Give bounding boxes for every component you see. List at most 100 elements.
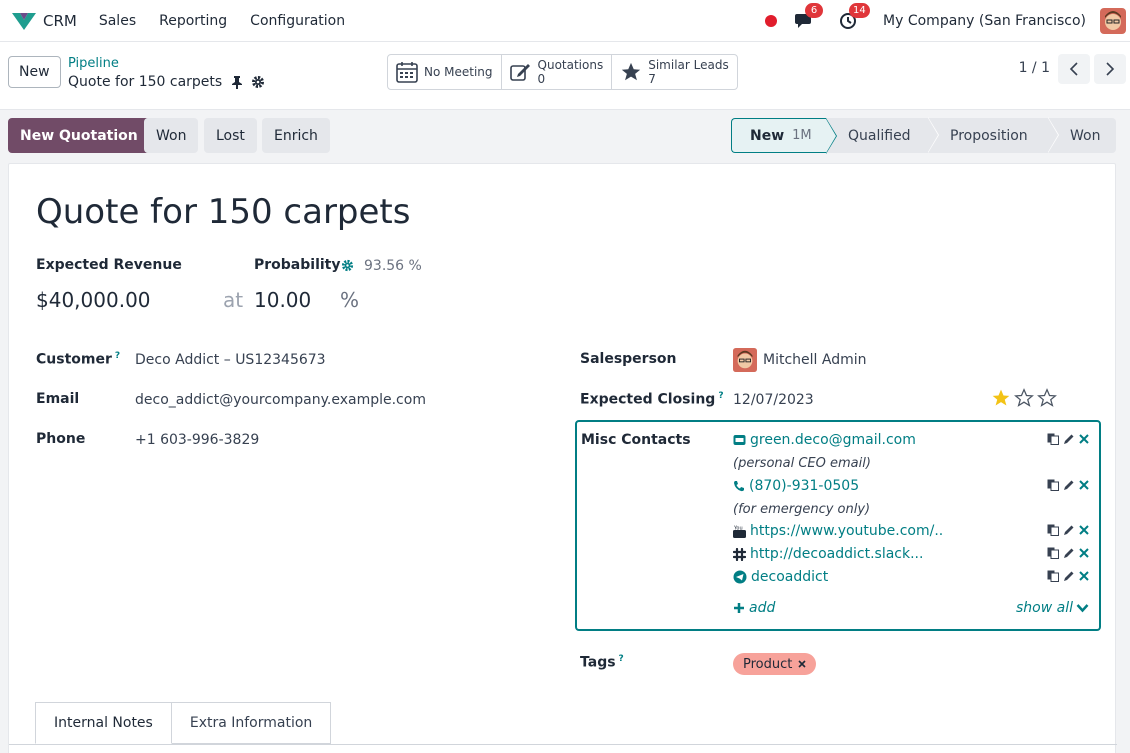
envelope-icon (733, 435, 746, 445)
smart-buttons: No Meeting Quotations 0 Similar Leads 7 (387, 54, 738, 90)
phone-label: Phone (36, 431, 86, 447)
avatar-icon (1100, 8, 1126, 34)
close-icon[interactable] (1079, 548, 1089, 558)
chevron-right-icon (1106, 62, 1115, 76)
automated-probability: 93.56 % (364, 258, 422, 274)
company-switcher[interactable]: My Company (San Francisco) (883, 13, 1086, 29)
crm-logo-icon (12, 12, 36, 30)
similar-leads-label: Similar Leads (648, 58, 729, 72)
gear-icon[interactable] (251, 75, 265, 89)
email-label: Email (36, 391, 80, 407)
tab-internal-notes[interactable]: Internal Notes (35, 702, 172, 744)
star-empty-icon[interactable] (1037, 388, 1057, 408)
pager-value[interactable]: 1 / 1 (1019, 60, 1050, 76)
tag-product[interactable]: Product (733, 653, 817, 675)
misc-contact-telegram[interactable]: decoaddict (733, 569, 828, 585)
pager-previous-button[interactable] (1058, 54, 1090, 84)
email-field[interactable]: deco_addict@yourcompany.example.com (135, 392, 426, 408)
stage-proposition[interactable]: Proposition (928, 117, 1059, 153)
misc-contacts-label: Misc Contacts (581, 432, 691, 448)
quotations-smart-button[interactable]: Quotations 0 (502, 55, 613, 89)
stage-new-label: New (750, 127, 785, 144)
misc-contacts-widget: Misc Contacts green.deco@gmail.com (pers… (575, 420, 1101, 631)
add-misc-contact-button[interactable]: add (733, 600, 775, 616)
svg-text:You: You (733, 525, 743, 531)
lost-button[interactable]: Lost (204, 118, 257, 153)
app-brand[interactable]: CRM (12, 11, 99, 31)
plus-icon (734, 603, 744, 613)
meeting-label: No Meeting (424, 65, 493, 79)
pencil-icon[interactable] (1063, 433, 1075, 445)
chevron-down-icon (1076, 604, 1089, 613)
probability-input[interactable]: 10.00 (254, 288, 311, 312)
close-icon[interactable] (1079, 480, 1089, 490)
notebook-tabs: Internal Notes Extra Information (35, 702, 332, 744)
copy-icon[interactable] (1047, 433, 1059, 445)
misc-contact-slack[interactable]: http://decoaddict.slack... (733, 546, 923, 562)
star-empty-icon[interactable] (1014, 388, 1034, 408)
new-quotation-button[interactable]: New Quotation (8, 118, 150, 153)
misc-contact-youtube[interactable]: You https://www.youtube.com/.. (733, 523, 943, 539)
pager-next-button[interactable] (1094, 54, 1126, 84)
misc-contact-email[interactable]: green.deco@gmail.com (733, 432, 916, 448)
meeting-smart-button[interactable]: No Meeting (388, 55, 502, 89)
phone-field[interactable]: +1 603-996-3829 (135, 432, 259, 448)
expected-closing-field[interactable]: 12/07/2023 (733, 392, 814, 408)
lead-title[interactable]: Quote for 150 carpets (36, 192, 410, 232)
salesperson-label: Salesperson (580, 351, 677, 367)
youtube-icon: You (733, 525, 746, 538)
star-filled-icon[interactable] (991, 388, 1011, 408)
misc-contact-email-actions (1047, 433, 1089, 445)
tag-remove-icon[interactable] (798, 660, 806, 668)
misc-contact-phone[interactable]: (870)-931-0505 (733, 478, 859, 494)
recording-indicator[interactable] (765, 15, 778, 27)
menu-reporting[interactable]: Reporting (159, 13, 227, 29)
menu-configuration[interactable]: Configuration (250, 13, 345, 29)
expected-revenue-input[interactable]: $40,000.00 (36, 288, 151, 312)
priority-stars (991, 388, 1057, 408)
user-avatar[interactable] (1100, 8, 1126, 34)
copy-icon[interactable] (1047, 570, 1059, 582)
close-icon[interactable] (1079, 525, 1089, 535)
salesperson-field[interactable]: Mitchell Admin (763, 352, 867, 368)
star-icon (622, 62, 641, 81)
copy-icon[interactable] (1047, 547, 1059, 559)
copy-icon[interactable] (1047, 524, 1059, 536)
at-label: at (223, 288, 244, 312)
tab-extra-information[interactable]: Extra Information (171, 702, 332, 744)
quotations-count: 0 (537, 72, 546, 86)
app-name: CRM (43, 11, 77, 30)
close-icon[interactable] (1079, 434, 1089, 444)
stage-new-duration: 1M (792, 128, 812, 143)
show-all-button[interactable]: show all (1016, 600, 1089, 616)
won-button[interactable]: Won (144, 118, 199, 153)
customer-field[interactable]: Deco Addict – US12345673 (135, 352, 326, 368)
copy-icon[interactable] (1047, 479, 1059, 491)
stage-won-label: Won (1070, 127, 1101, 144)
pencil-icon[interactable] (1063, 547, 1075, 559)
enrich-button[interactable]: Enrich (262, 118, 330, 153)
stage-qualified[interactable]: Qualified (826, 117, 939, 153)
slack-icon (733, 547, 746, 561)
activities-button[interactable]: 14 (837, 3, 870, 32)
messages-button[interactable]: 6 (793, 3, 824, 32)
pencil-icon[interactable] (1063, 524, 1075, 536)
stage-new[interactable]: New 1M (731, 118, 837, 154)
similar-leads-count: 7 (648, 72, 656, 86)
stage-qualified-label: Qualified (848, 127, 911, 144)
pencil-icon[interactable] (1063, 479, 1075, 491)
misc-contact-phone-note: (for emergency only) (733, 502, 871, 517)
expected-revenue-label: Expected Revenue (36, 257, 182, 273)
similar-leads-smart-button[interactable]: Similar Leads 7 (612, 55, 737, 89)
menu-sales[interactable]: Sales (99, 13, 136, 29)
pencil-icon[interactable] (1063, 570, 1075, 582)
pin-icon[interactable] (231, 75, 243, 89)
new-record-button[interactable]: New (8, 56, 61, 88)
stage-proposition-label: Proposition (950, 127, 1028, 144)
misc-contact-telegram-actions (1047, 570, 1089, 582)
telegram-icon (733, 570, 747, 584)
tags-label: Tags? (580, 654, 624, 671)
close-icon[interactable] (1079, 571, 1089, 581)
gear-icon[interactable] (341, 259, 354, 272)
breadcrumb-pipeline[interactable]: Pipeline (68, 56, 119, 71)
